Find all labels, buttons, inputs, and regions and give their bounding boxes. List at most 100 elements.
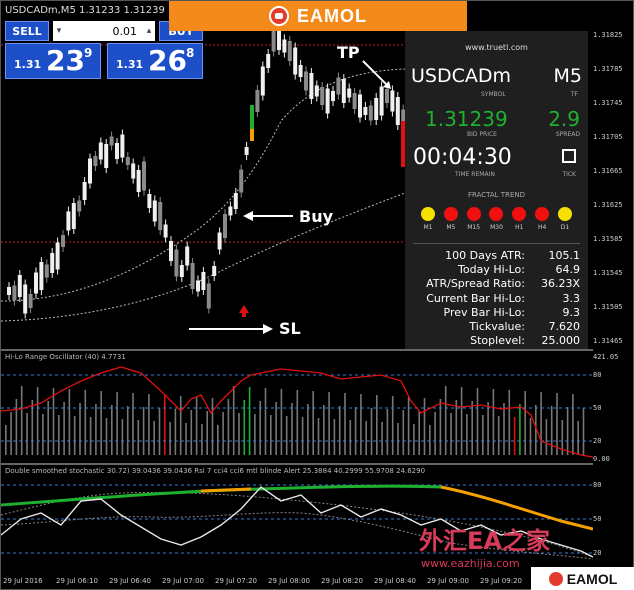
candle-body bbox=[260, 66, 265, 96]
ma-fast-line bbox=[1, 68, 406, 302]
price-axis-label: 1.31705 bbox=[593, 133, 623, 141]
symbol-caption: SYMBOL bbox=[481, 91, 506, 98]
candle-body bbox=[28, 294, 33, 308]
price-axis-label: 1.31585 bbox=[593, 235, 623, 243]
histogram-bar bbox=[270, 415, 272, 455]
divider bbox=[413, 243, 580, 244]
candle-body bbox=[206, 283, 211, 309]
histogram-bar bbox=[73, 416, 76, 455]
stat-row: ATR/Spread Ratio: 36.23X bbox=[415, 277, 580, 291]
info-panel: www.truetl.com USDCADm M5 SYMBOL TF 1.31… bbox=[405, 31, 588, 349]
fractal-tf-label: D1 bbox=[560, 224, 570, 231]
timeframe-caption: TF bbox=[570, 91, 578, 98]
candle-body bbox=[239, 169, 244, 193]
price-axis-label: 1.31785 bbox=[593, 65, 623, 73]
histogram-bar bbox=[164, 395, 166, 455]
candle-body bbox=[142, 161, 146, 191]
candle-body bbox=[255, 90, 260, 112]
histogram-bar bbox=[323, 405, 325, 455]
candle-body bbox=[44, 264, 49, 278]
histogram-bar bbox=[365, 421, 367, 455]
histogram-bar bbox=[179, 396, 182, 455]
time-axis-label: 29 Jul 08:40 bbox=[374, 577, 416, 585]
signal-bar-green bbox=[250, 105, 254, 129]
lot-size-input[interactable]: 0.01 bbox=[65, 25, 143, 38]
candle-body bbox=[77, 200, 82, 212]
fractal-dot-icon bbox=[535, 207, 550, 221]
hilo-oscillator-chart[interactable] bbox=[1, 351, 593, 463]
candle-body bbox=[201, 272, 206, 290]
candle-body bbox=[314, 85, 319, 97]
price-axis-label: 1.31545 bbox=[593, 269, 623, 277]
candle-body bbox=[136, 170, 141, 192]
robot-logo-icon bbox=[269, 6, 289, 26]
histogram-bar bbox=[36, 387, 39, 455]
fractal-dot-icon bbox=[466, 207, 481, 221]
stat-value: 36.23X bbox=[540, 277, 580, 291]
histogram-bar bbox=[79, 403, 81, 455]
time-axis-label: 29 Jul 06:10 bbox=[56, 577, 98, 585]
bid-price-button[interactable]: 1.31 23 9 bbox=[5, 43, 101, 79]
fractal-tf-label: M15 bbox=[467, 224, 481, 231]
candle-body bbox=[331, 91, 335, 101]
sell-button[interactable]: SELL bbox=[5, 21, 49, 41]
time-axis-label: 29 Jul 09:20 bbox=[480, 577, 522, 585]
candle-body bbox=[368, 105, 373, 121]
histogram-bar bbox=[232, 386, 235, 455]
fractal-dot-icon bbox=[489, 207, 504, 221]
histogram-bar bbox=[264, 388, 267, 455]
histogram-bar bbox=[391, 396, 394, 455]
stat-row: Current Bar Hi-Lo: 3.3 bbox=[415, 292, 580, 306]
candle-body bbox=[390, 90, 395, 112]
stat-value: 25.000 bbox=[541, 334, 581, 348]
histogram-bar bbox=[153, 421, 155, 455]
time-axis-label: 29 Jul 07:20 bbox=[215, 577, 257, 585]
candle-body bbox=[228, 206, 233, 216]
histogram-bar bbox=[413, 424, 415, 455]
stat-row: Prev Bar Hi-Lo: 9.3 bbox=[415, 306, 580, 320]
fractal-item: H4 bbox=[533, 207, 551, 231]
candle-body bbox=[98, 142, 103, 160]
histogram-bar bbox=[508, 390, 511, 455]
increase-icon[interactable]: ▴ bbox=[143, 26, 155, 36]
stat-label: Prev Bar Hi-Lo: bbox=[443, 305, 525, 319]
lot-size-stepper[interactable]: ▾ 0.01 ▴ bbox=[53, 21, 155, 41]
histogram-bar bbox=[285, 416, 288, 455]
histogram-bar bbox=[84, 390, 87, 455]
red-up-arrow bbox=[239, 305, 249, 313]
candle-body bbox=[50, 253, 55, 273]
histogram-bar bbox=[89, 417, 92, 455]
candle-body bbox=[125, 157, 130, 165]
candle-body bbox=[147, 194, 152, 208]
histogram-bar bbox=[466, 414, 468, 455]
brand-banner: EAMOL bbox=[169, 1, 467, 31]
ask-price-button[interactable]: 1.31 26 8 bbox=[107, 43, 203, 79]
candle-body bbox=[71, 203, 76, 229]
candle-body bbox=[104, 144, 109, 168]
stat-value: 9.3 bbox=[562, 305, 581, 319]
histogram-bar bbox=[15, 399, 18, 455]
candle-body bbox=[363, 107, 368, 115]
price-axis-label: 1.31625 bbox=[593, 201, 623, 209]
candle-body bbox=[66, 211, 71, 231]
candle-body bbox=[34, 272, 38, 294]
candle-body bbox=[120, 134, 125, 158]
histogram-bar bbox=[301, 417, 304, 455]
spread-caption: SPREAD bbox=[555, 131, 580, 138]
histogram-bar bbox=[169, 422, 171, 455]
decrease-icon[interactable]: ▾ bbox=[53, 26, 65, 36]
histogram-bar bbox=[397, 423, 399, 455]
candle-body bbox=[287, 41, 292, 61]
symbol-value: USDCADm bbox=[411, 65, 512, 87]
candle-body bbox=[169, 241, 173, 261]
candle-body bbox=[266, 54, 271, 68]
histogram-bar bbox=[275, 402, 277, 455]
fractal-tf-label: H1 bbox=[515, 224, 524, 231]
histogram-bar bbox=[529, 418, 532, 455]
candle-body bbox=[55, 242, 60, 270]
osc-axis-label: 80 bbox=[593, 371, 602, 379]
fractal-tf-label: M5 bbox=[446, 224, 456, 231]
candle-body bbox=[152, 200, 157, 222]
tick-checkbox[interactable] bbox=[562, 149, 576, 163]
watermark-text: 外汇EA之家 bbox=[419, 527, 550, 555]
